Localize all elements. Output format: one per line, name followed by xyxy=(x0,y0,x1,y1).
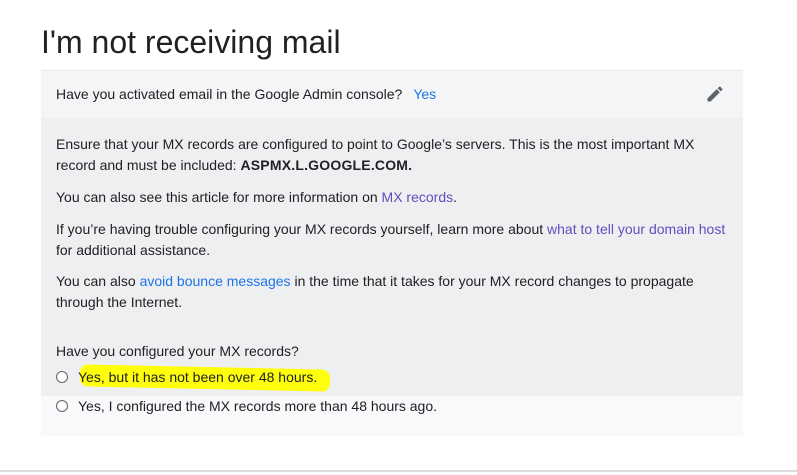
pencil-icon xyxy=(707,86,723,102)
mx-record-value: ASPMX.L.GOOGLE.COM. xyxy=(240,157,413,173)
mx-info-paragraph-1: Ensure that your MX records are configur… xyxy=(56,136,695,173)
radio-label: Yes, I configured the MX records more th… xyxy=(78,398,438,414)
divider xyxy=(0,470,797,472)
answer-yes: Yes xyxy=(413,86,437,102)
question-activated-email: Have you activated email in the Google A… xyxy=(56,86,436,102)
radio-button[interactable] xyxy=(56,400,68,412)
radio-button[interactable] xyxy=(56,371,68,383)
page-title: I'm not receiving mail xyxy=(41,24,341,60)
domain-host-link[interactable]: what to tell your domain host xyxy=(547,221,725,237)
answered-question-row: Have you activated email in the Google A… xyxy=(41,70,743,119)
mx-info-paragraph-4: You can also avoid bounce messages in th… xyxy=(56,273,694,310)
radio-option-under-48-hours[interactable]: Yes, but it has not been over 48 hours. xyxy=(56,366,317,388)
mx-records-link[interactable]: MX records xyxy=(382,189,454,205)
mx-info-paragraph-3: If you’re having trouble configuring you… xyxy=(56,221,726,258)
question-text: Have you activated email in the Google A… xyxy=(56,86,403,102)
radio-option-over-48-hours[interactable]: Yes, I configured the MX records more th… xyxy=(56,395,437,417)
edit-answer-button[interactable] xyxy=(705,84,725,104)
question-mx-configured: Have you configured your MX records? xyxy=(56,343,299,359)
radio-label: Yes, but it has not been over 48 hours. xyxy=(78,369,318,385)
avoid-bounce-link[interactable]: avoid bounce messages xyxy=(140,273,291,289)
mx-info-paragraph-2: You can also see this article for more i… xyxy=(56,189,458,205)
